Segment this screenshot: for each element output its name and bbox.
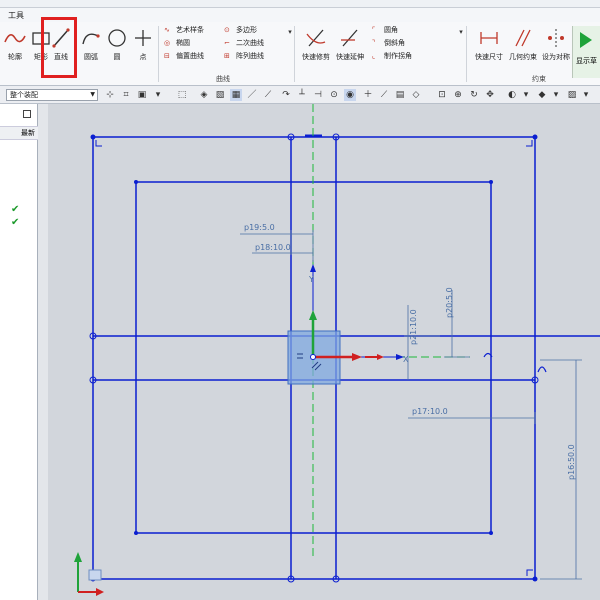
dimension-p20[interactable]: p20:5.0 — [445, 287, 454, 318]
dimension-p21[interactable]: p21:10.0 — [409, 309, 418, 345]
view-triad — [74, 552, 104, 596]
tangent-symbol — [537, 366, 547, 373]
dimension-p19[interactable]: p19:5.0 — [244, 223, 275, 232]
y-axis-label: Y — [308, 275, 314, 284]
sketch-drawing: Y X p19:5.0 p18:10.0 p21:10.0 p20:5.0 p1… — [74, 104, 600, 596]
dimension-p16[interactable]: p16:50.0 — [567, 444, 576, 480]
dimension-p18[interactable]: p18:10.0 — [255, 243, 291, 252]
dimension-p17[interactable]: p17:10.0 — [412, 407, 448, 416]
y-axis-arrow — [310, 264, 316, 272]
